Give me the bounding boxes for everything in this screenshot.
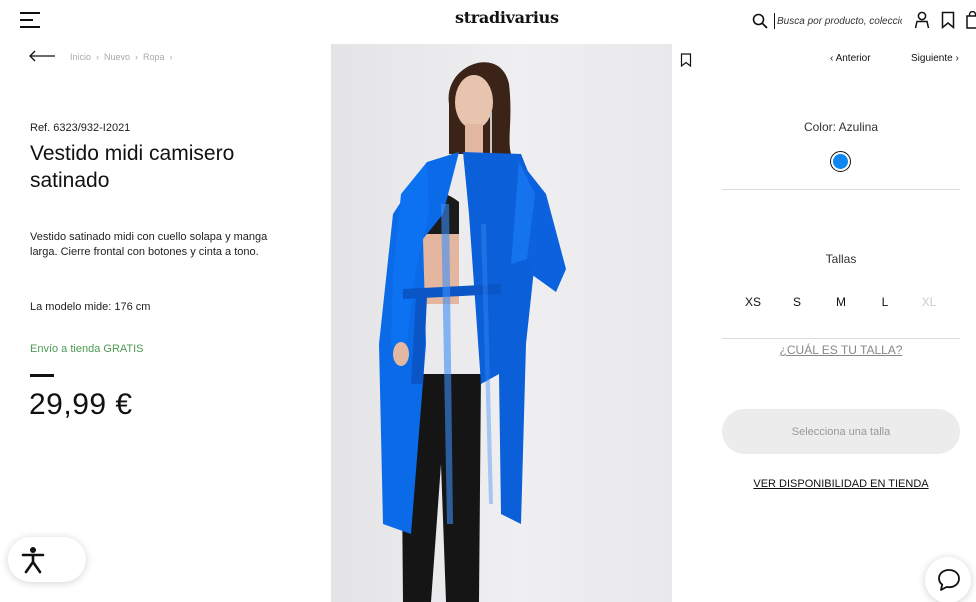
size-selector: XS S M L XL [731,295,951,309]
free-shipping-note: Envío a tienda GRATIS [30,343,144,355]
previous-product-link[interactable]: ‹ Anterior [830,53,871,64]
chevron-right-icon: › [952,53,959,64]
chevron-right-icon: › [96,52,100,62]
sizes-label: Tallas [825,252,857,266]
size-option-l[interactable]: L [863,295,907,309]
chat-button[interactable] [925,557,971,602]
back-arrow-icon[interactable] [28,50,56,62]
bookmark-icon[interactable] [941,11,955,29]
color-label: Color: Azulina [803,120,879,134]
accessibility-button[interactable] [8,537,86,582]
store-availability-link[interactable]: VER DISPONIBILIDAD EN TIENDA [722,478,960,490]
size-option-xl: XL [921,295,937,309]
chat-bubble-icon [938,569,960,591]
hamburger-menu-icon[interactable] [20,12,40,30]
shopping-bag-icon[interactable] [966,11,976,29]
logo-text: stradivarius [455,8,559,27]
size-option-s[interactable]: S [775,295,819,309]
model-height-info: La modelo mide: 176 cm [30,301,151,313]
user-icon[interactable] [914,11,930,29]
color-swatch-azulina[interactable] [830,151,851,172]
next-product-link[interactable]: Siguiente › [911,53,959,64]
product-reference: Ref. 6323/932-I2021 [30,122,131,134]
breadcrumb-inicio[interactable]: Inicio [70,52,91,62]
size-option-xs[interactable]: XS [731,295,775,309]
size-guide-link[interactable]: ¿CUÁL ES TU TALLA? [722,343,960,357]
divider [722,338,960,339]
size-option-m[interactable]: M [819,295,863,309]
next-label: Siguiente [911,53,953,64]
search-bar [752,10,902,32]
price-divider [30,374,54,377]
swatch-fill [833,154,848,169]
chevron-right-icon: › [169,52,173,62]
accessibility-icon [21,547,45,574]
product-title: Vestido midi camisero satinado [30,142,235,192]
brand-logo[interactable]: stradivarius [455,8,559,27]
chevron-right-icon: › [135,52,139,62]
product-price: 29,99 € [29,388,133,421]
product-description: Vestido satinado midi con cuello solapa … [30,231,268,258]
previous-label: Anterior [835,53,871,64]
select-size-button[interactable]: Selecciona una talla [722,409,960,454]
breadcrumb-ropa[interactable]: Ropa [143,52,165,62]
search-input[interactable] [774,13,902,29]
product-image[interactable] [331,44,672,602]
breadcrumb-nuevo[interactable]: Nuevo [104,52,130,62]
site-header: stradivarius [0,0,976,42]
breadcrumb: Inicio › Nuevo › Ropa › [70,52,173,62]
model-wearing-dress-image [379,62,566,602]
divider [722,189,960,190]
search-icon[interactable] [752,13,768,29]
bookmark-icon[interactable] [680,53,692,67]
